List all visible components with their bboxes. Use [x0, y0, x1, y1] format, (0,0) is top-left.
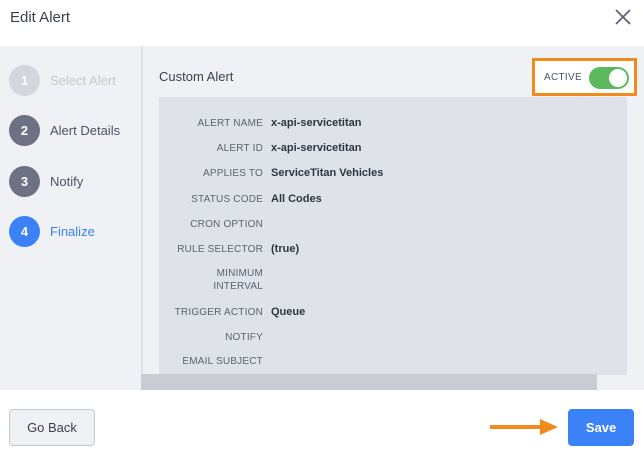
go-back-button[interactable]: Go Back	[9, 409, 95, 446]
row-value: x-api-servicetitan	[271, 117, 362, 129]
step-number: 1	[9, 65, 40, 96]
close-icon[interactable]	[612, 6, 634, 28]
toggle-knob	[609, 69, 627, 87]
row-value: Queue	[271, 306, 306, 318]
wizard-steps: 1 Select Alert 2 Alert Details 3 Notify …	[0, 46, 141, 390]
active-toggle[interactable]	[589, 67, 629, 89]
row-label: APPLIES TO	[203, 168, 263, 179]
modal-body: 1 Select Alert 2 Alert Details 3 Notify …	[0, 46, 644, 390]
step-label: Select Alert	[50, 73, 116, 88]
modal-footer: Go Back Save	[0, 390, 644, 458]
active-toggle-group: ACTIVE	[532, 58, 637, 96]
save-button[interactable]: Save	[568, 409, 634, 446]
row-label: NOTIFY	[225, 332, 263, 343]
row-label: MINIMUM INTERVAL	[213, 268, 263, 292]
step-finalize[interactable]: 4 Finalize	[0, 212, 141, 252]
row-label: STATUS CODE	[191, 194, 263, 205]
row-label: RULE SELECTOR	[177, 244, 263, 255]
horizontal-scrollbar[interactable]	[141, 374, 597, 390]
step-select-alert[interactable]: 1 Select Alert	[0, 61, 141, 101]
row-label: TRIGGER ACTION	[174, 307, 263, 318]
modal-title: Edit Alert	[10, 9, 71, 26]
row-value: All Codes	[271, 193, 322, 205]
step-label: Finalize	[50, 224, 95, 239]
panel-title: Custom Alert	[159, 69, 234, 84]
step-alert-details[interactable]: 2 Alert Details	[0, 111, 141, 151]
row-label: EMAIL SUBJECT	[182, 356, 263, 367]
row-label: ALERT NAME	[197, 118, 263, 129]
step-number: 4	[9, 216, 40, 247]
row-label: CRON OPTION	[190, 219, 263, 230]
finalize-panel: Custom Alert ACTIVE ALERT NAME x-api-ser…	[143, 46, 644, 390]
row-value: ServiceTitan Vehicles	[271, 167, 384, 179]
alert-summary: ALERT NAME x-api-servicetitan ALERT ID x…	[159, 97, 627, 375]
row-label: ALERT ID	[216, 143, 263, 154]
active-label: ACTIVE	[544, 72, 582, 83]
arrow-right-icon	[490, 419, 558, 435]
modal-header: Edit Alert	[0, 0, 644, 46]
step-label: Alert Details	[50, 123, 121, 138]
edit-alert-modal: Edit Alert 1 Select Alert 2 Alert Detail…	[0, 0, 644, 458]
step-number: 3	[9, 166, 40, 197]
step-number: 2	[9, 115, 40, 146]
step-label: Notify	[50, 174, 84, 189]
row-value: x-api-servicetitan	[271, 142, 362, 154]
row-value: (true)	[271, 243, 300, 255]
step-notify[interactable]: 3 Notify	[0, 162, 141, 202]
